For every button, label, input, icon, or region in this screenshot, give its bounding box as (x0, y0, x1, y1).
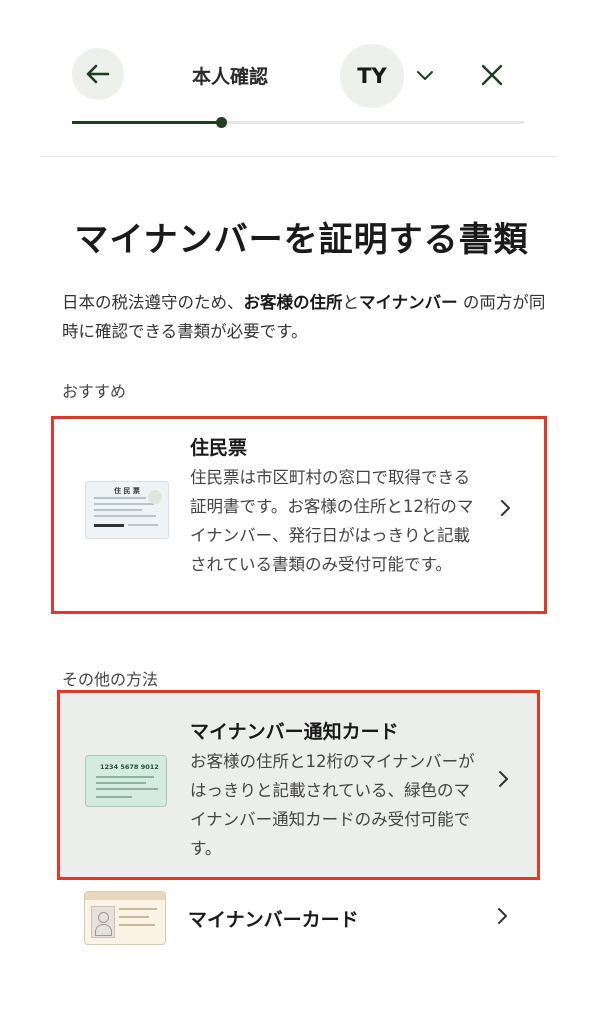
thumbnail-line (96, 788, 158, 790)
thumbnail-line (94, 503, 154, 505)
chevron-down-icon[interactable] (412, 62, 438, 88)
thumbnail-line (128, 524, 158, 526)
thumbnail-line (96, 796, 132, 798)
thumbnail-line (94, 515, 156, 517)
option-title: マイナンバー通知カード (190, 721, 399, 743)
option-juminhyo[interactable]: 住 民 票 住民票 住民票は市区町村の窓口で取得できる証明書です。お客様の住所と… (51, 416, 547, 614)
close-icon (481, 64, 503, 86)
thumbnail-band (85, 892, 165, 900)
thumbnail-number: 1234 5678 9012 (100, 763, 159, 771)
progress-fill (72, 121, 221, 124)
photo-placeholder-icon (91, 906, 115, 938)
chevron-right-icon (499, 771, 508, 787)
thumbnail-line (96, 776, 154, 778)
chevron-right-icon (498, 908, 507, 924)
thumbnail-stamp (148, 490, 162, 504)
thumbnail-line (94, 509, 142, 511)
header-title: 本人確認 (191, 66, 268, 88)
option-title: マイナンバーカード (188, 909, 359, 931)
description: 日本の税法遵守のため、お客様の住所とマイナンバー の両方が同時に確認できる書類が… (62, 288, 552, 346)
description-bold-address: お客様の住所 (243, 293, 343, 312)
description-bold-mynumber: マイナンバー (359, 293, 458, 312)
option-description: 住民票は市区町村の窓口で取得できる証明書です。お客様の住所と12桁のマイナンバー… (190, 468, 474, 574)
back-button[interactable] (72, 48, 124, 100)
option-notification-card[interactable]: 1234 5678 9012 マイナンバー通知カード お客様の住所と12桁のマイ… (57, 690, 540, 880)
juminhyo-thumbnail: 住 民 票 (85, 481, 169, 539)
mynumber-card-thumbnail (84, 891, 166, 945)
avatar[interactable]: TY (340, 44, 404, 108)
section-label-other: その他の方法 (62, 670, 159, 689)
progress-bar (72, 117, 524, 128)
option-description: お客様の住所と12桁のマイナンバーがはっきりと記載されている、緑色のマイナンバー… (190, 752, 475, 858)
notification-card-thumbnail: 1234 5678 9012 (85, 755, 167, 807)
thumbnail-line (96, 782, 146, 784)
close-button[interactable] (478, 61, 506, 89)
header-divider (40, 156, 556, 157)
description-text: と (342, 293, 360, 312)
description-text: 日本の税法遵守のため、 (62, 293, 244, 312)
arrow-left-icon (86, 64, 110, 84)
section-label-recommended: おすすめ (62, 382, 127, 401)
page-title: マイナンバーを証明する書類 (74, 220, 529, 260)
option-mynumber-card[interactable]: マイナンバーカード (60, 885, 534, 949)
option-title: 住民票 (190, 437, 248, 459)
chevron-right-icon (501, 500, 510, 516)
thumbnail-line (119, 908, 157, 910)
thumbnail-line (119, 924, 155, 926)
progress-indicator (216, 117, 227, 128)
thumbnail-line (94, 497, 146, 499)
thumbnail-line (94, 524, 124, 527)
thumbnail-line (119, 916, 149, 918)
